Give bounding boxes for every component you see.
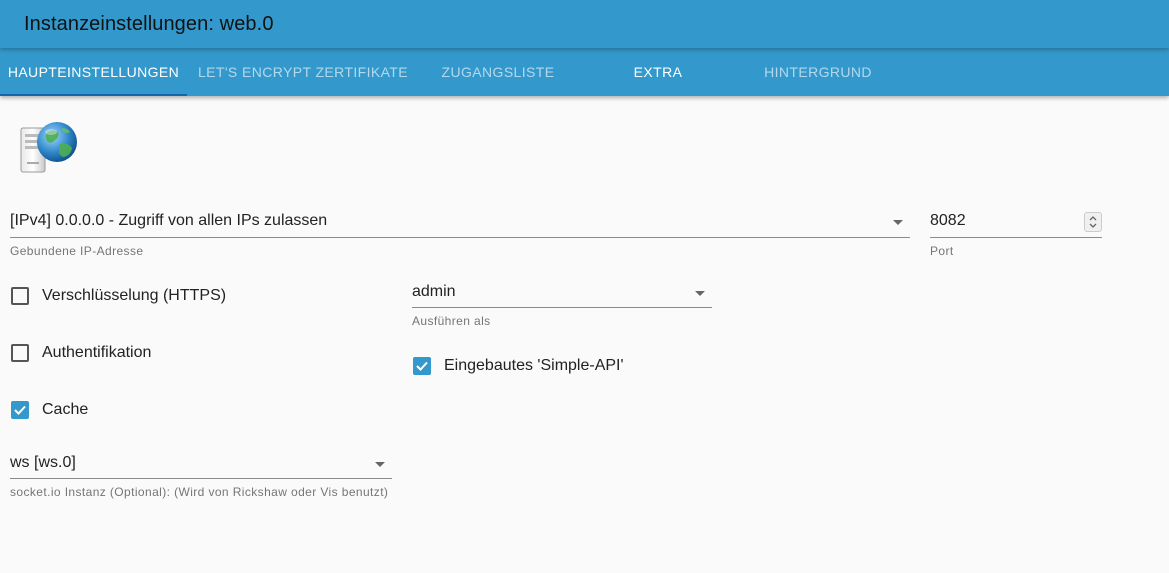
- https-checkbox-label: Verschlüsselung (HTTPS): [42, 287, 227, 304]
- chevron-down-icon: [375, 462, 385, 467]
- port-underline: [930, 237, 1102, 238]
- chevron-down-icon: [695, 291, 705, 296]
- title-bar: Instanzeinstellungen: web.0: [0, 0, 1169, 48]
- port-value: 8082: [930, 212, 966, 229]
- socketio-underline: [10, 478, 392, 479]
- ip-address-value: [IPv4] 0.0.0.0 - Zugriff von allen IPs z…: [10, 212, 328, 229]
- run-as-helper: Ausführen als: [412, 314, 491, 328]
- socketio-value: ws [ws.0]: [10, 454, 76, 471]
- socketio-select[interactable]: ws [ws.0] socket.io Instanz (Optional): …: [10, 454, 392, 504]
- ip-address-helper: Gebundene IP-Adresse: [10, 244, 144, 258]
- https-checkbox[interactable]: [11, 287, 29, 305]
- simple-api-checkbox-row[interactable]: Eingebautes 'Simple-API': [413, 357, 624, 375]
- tab-hintergrund[interactable]: HINTERGRUND: [739, 48, 897, 96]
- port-spinner-icon[interactable]: [1084, 212, 1102, 232]
- run-as-value: admin: [412, 283, 456, 300]
- web-server-globe-icon: [20, 122, 77, 173]
- cache-checkbox[interactable]: [11, 401, 29, 419]
- run-as-select[interactable]: admin Ausführen als: [412, 283, 712, 333]
- auth-checkbox[interactable]: [11, 344, 29, 362]
- ip-address-select[interactable]: [IPv4] 0.0.0.0 - Zugriff von allen IPs z…: [10, 212, 910, 262]
- page-title: Instanzeinstellungen: web.0: [24, 13, 274, 35]
- port-field[interactable]: 8082 Port: [930, 212, 1102, 262]
- check-icon: [14, 405, 26, 415]
- ip-address-underline: [10, 237, 910, 238]
- tab-lets-encrypt[interactable]: LET'S ENCRYPT ZERTIFIKATE: [187, 48, 419, 96]
- https-checkbox-row[interactable]: Verschlüsselung (HTTPS): [11, 287, 226, 305]
- cache-checkbox-label: Cache: [42, 401, 89, 418]
- auth-checkbox-row[interactable]: Authentifikation: [11, 344, 151, 362]
- active-tab-indicator: [0, 94, 187, 96]
- run-as-underline: [412, 307, 712, 308]
- tab-zugangsliste[interactable]: ZUGANGSLISTE: [419, 48, 577, 96]
- stepper-arrows-icon: [1089, 216, 1097, 228]
- auth-checkbox-label: Authentifikation: [42, 344, 152, 361]
- socketio-helper: socket.io Instanz (Optional): (Wird von …: [10, 485, 389, 499]
- check-icon: [416, 361, 428, 371]
- simple-api-checkbox-label: Eingebautes 'Simple-API': [444, 357, 624, 374]
- chevron-down-icon: [893, 220, 903, 225]
- tab-bar: HAUPTEINSTELLUNGEN LET'S ENCRYPT ZERTIFI…: [0, 48, 1169, 96]
- cache-checkbox-row[interactable]: Cache: [11, 401, 88, 419]
- port-helper: Port: [930, 244, 954, 258]
- tab-haupteinstellungen[interactable]: HAUPTEINSTELLUNGEN: [0, 48, 187, 96]
- tab-extra[interactable]: EXTRA: [577, 48, 739, 96]
- simple-api-checkbox[interactable]: [413, 357, 431, 375]
